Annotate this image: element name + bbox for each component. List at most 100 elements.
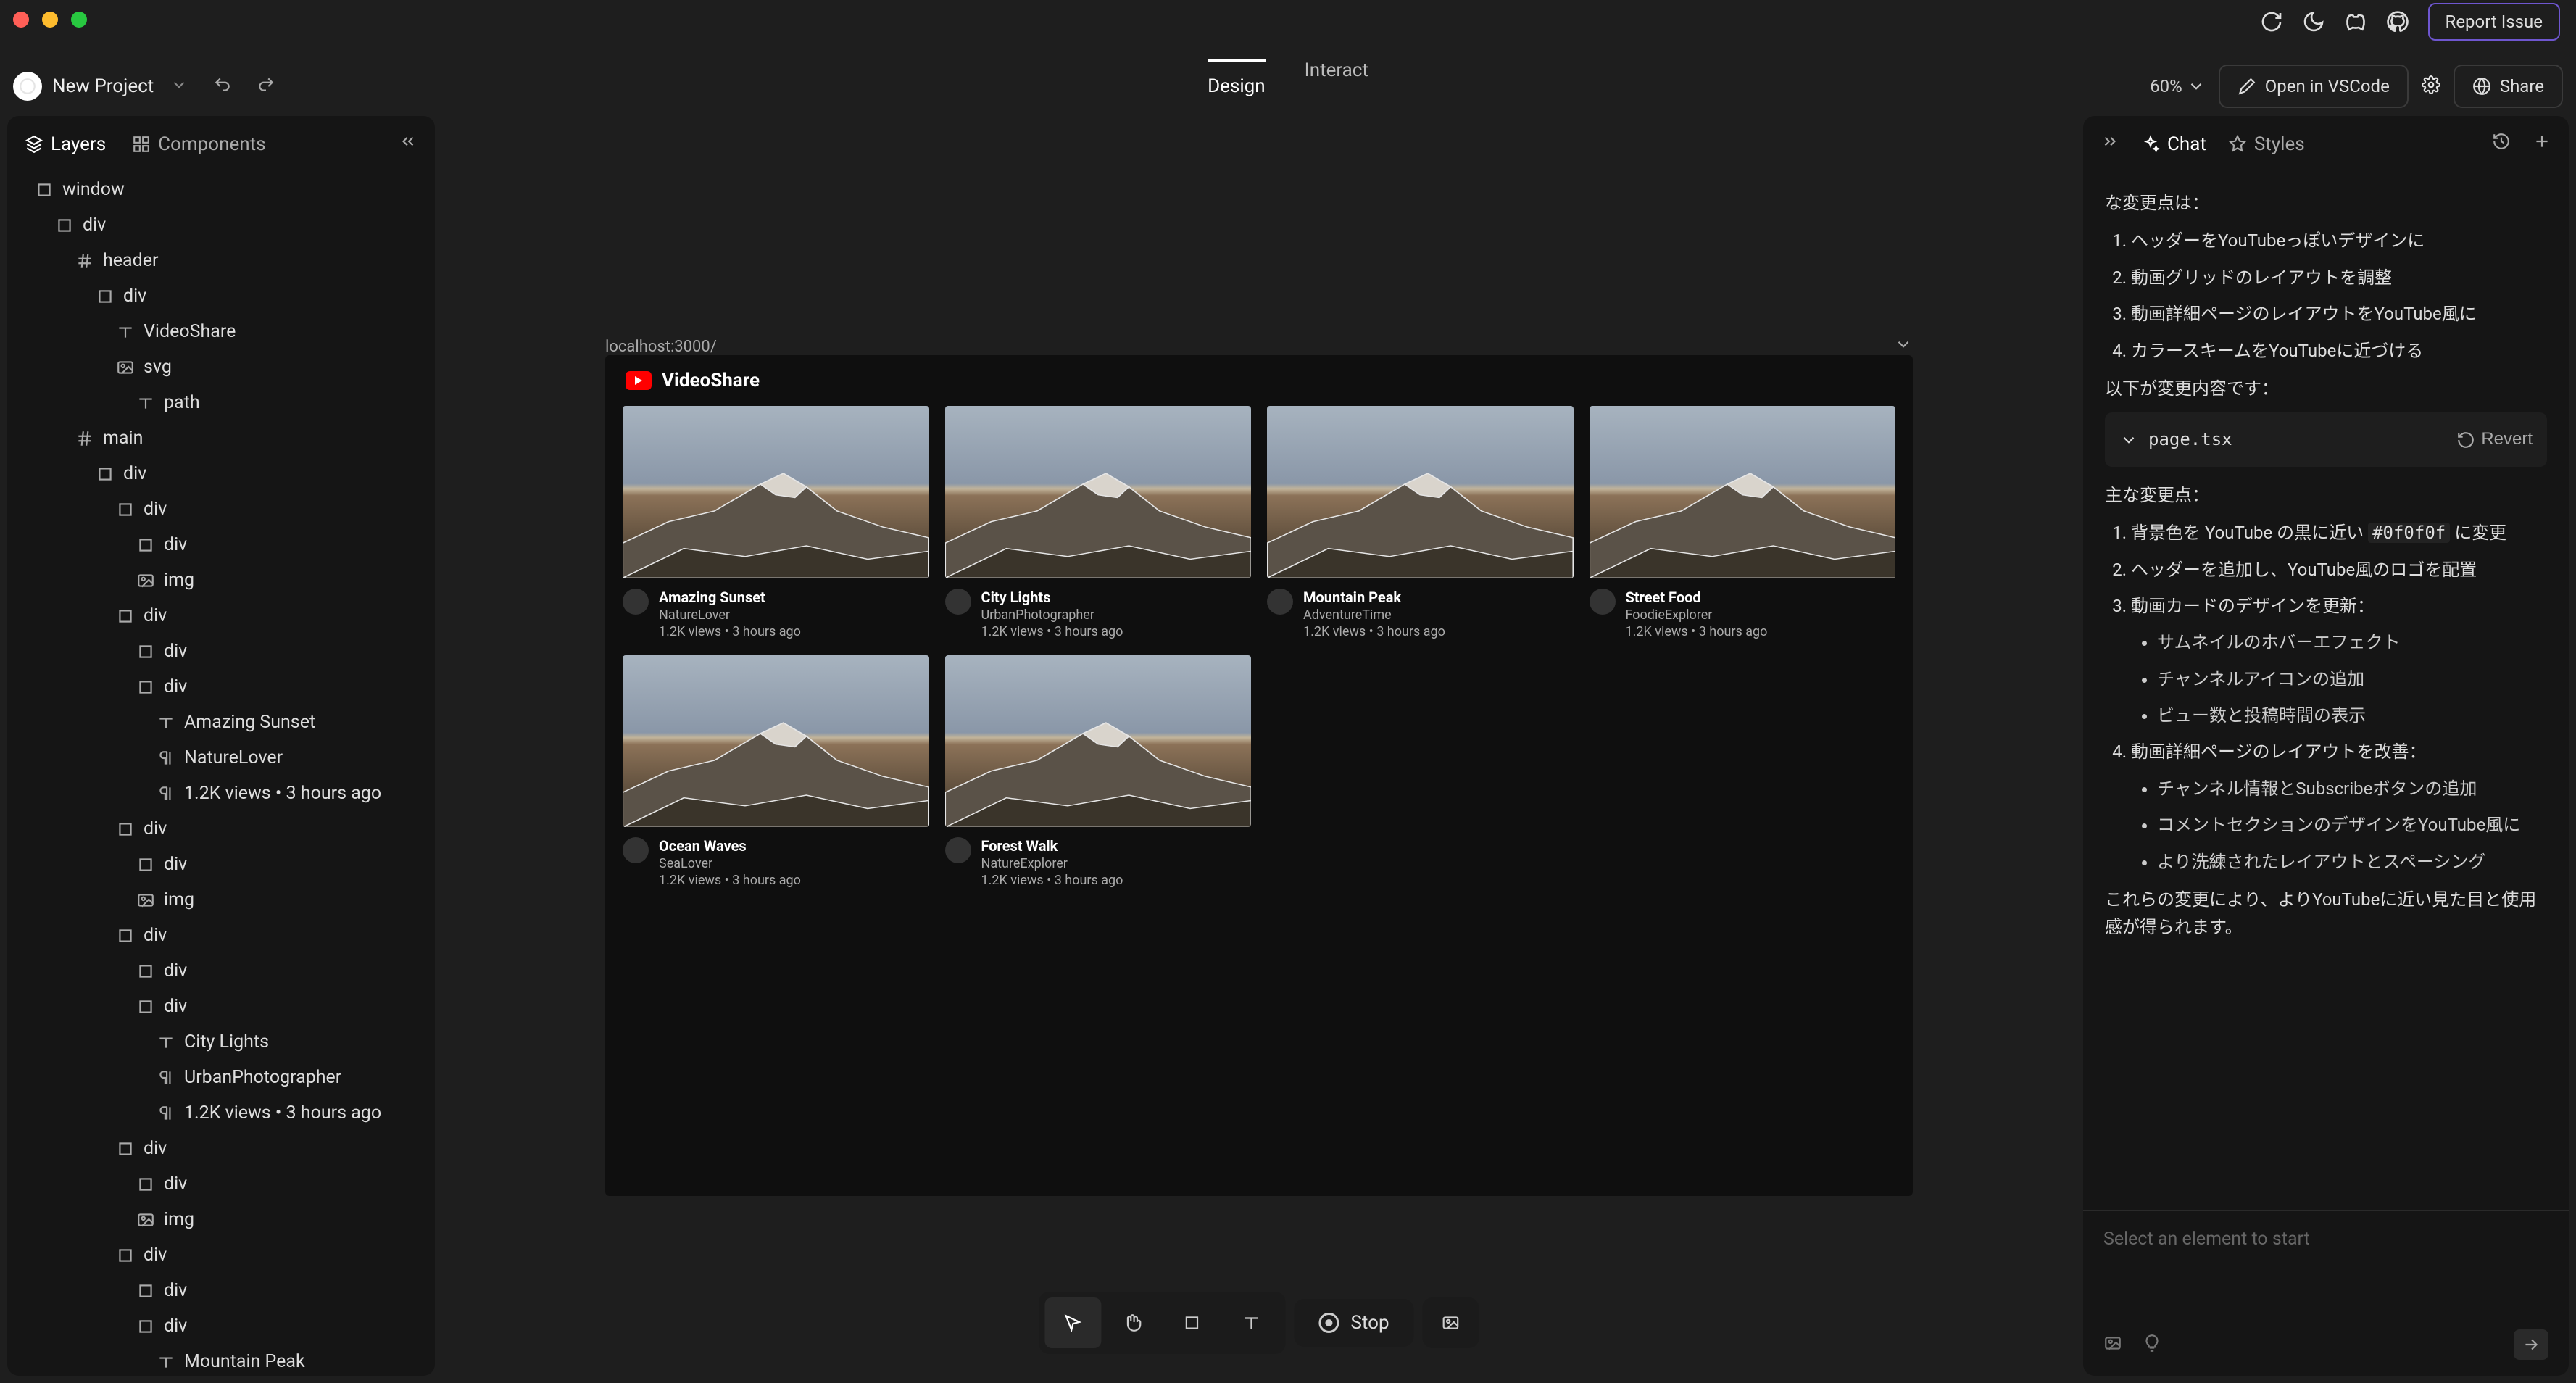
fullscreen-window-button[interactable] bbox=[71, 12, 87, 28]
layer-row[interactable]: div bbox=[14, 1273, 428, 1308]
layer-row[interactable]: div bbox=[14, 456, 428, 491]
layer-row[interactable]: UrbanPhotographer bbox=[14, 1060, 428, 1095]
preview-frame[interactable]: VideoShare Amazing SunsetNatureLover1.2K… bbox=[605, 355, 1913, 1196]
hand-tool[interactable] bbox=[1104, 1297, 1160, 1348]
layer-row[interactable]: img bbox=[14, 1202, 428, 1237]
settings-button[interactable] bbox=[2422, 75, 2440, 97]
layer-row[interactable]: div bbox=[14, 1166, 428, 1202]
tab-components-label: Components bbox=[158, 133, 265, 155]
chat-input-area[interactable]: Select an element to start bbox=[2083, 1210, 2569, 1376]
layer-row[interactable]: div bbox=[14, 847, 428, 882]
layer-row[interactable]: div bbox=[14, 527, 428, 562]
layer-row[interactable]: div bbox=[14, 918, 428, 953]
layer-row[interactable]: VideoShare bbox=[14, 314, 428, 349]
layer-type-icon bbox=[157, 1068, 175, 1087]
layer-row[interactable]: div bbox=[14, 989, 428, 1024]
chat-input-placeholder: Select an element to start bbox=[2103, 1229, 2548, 1250]
tab-interact[interactable]: Interact bbox=[1305, 59, 1368, 113]
layer-row[interactable]: div bbox=[14, 491, 428, 527]
layer-row[interactable]: Amazing Sunset bbox=[14, 705, 428, 740]
tab-design[interactable]: Design bbox=[1208, 59, 1266, 113]
layer-row[interactable]: main bbox=[14, 420, 428, 456]
tab-components[interactable]: Components bbox=[132, 133, 265, 155]
layer-label: 1.2K views • 3 hours ago bbox=[184, 1102, 381, 1124]
video-title: Street Food bbox=[1626, 589, 1768, 606]
select-tool[interactable] bbox=[1044, 1297, 1101, 1348]
canvas-area[interactable]: localhost:3000/ VideoShare Amazing Sunse… bbox=[442, 116, 2076, 1376]
close-window-button[interactable] bbox=[13, 12, 29, 28]
chat-messages: な変更点は： ヘッダーをYouTubeっぽいデザインに動画グリッドのレイアウトを… bbox=[2083, 172, 2569, 1210]
header-bar: New Project Design Interact 60% Open in … bbox=[0, 57, 2576, 116]
layer-row[interactable]: div bbox=[14, 811, 428, 847]
theme-toggle-icon[interactable] bbox=[2302, 10, 2325, 33]
file-change-pill[interactable]: page.tsx Revert bbox=[2105, 412, 2547, 466]
video-card[interactable]: Street FoodFoodieExplorer1.2K views • 3 … bbox=[1590, 406, 1896, 639]
video-card[interactable]: Forest WalkNatureExplorer1.2K views • 3 … bbox=[945, 655, 1252, 889]
channel-avatar bbox=[945, 837, 971, 863]
expand-panel-button[interactable] bbox=[2101, 132, 2119, 156]
tab-chat[interactable]: Chat bbox=[2141, 133, 2206, 155]
layer-row[interactable]: NatureLover bbox=[14, 740, 428, 776]
layer-row[interactable]: City Lights bbox=[14, 1024, 428, 1060]
layer-row[interactable]: div bbox=[14, 669, 428, 705]
layer-row[interactable]: 1.2K views • 3 hours ago bbox=[14, 1095, 428, 1131]
layer-row[interactable]: header bbox=[14, 243, 428, 278]
discord-icon[interactable] bbox=[2344, 10, 2367, 33]
layer-label: div bbox=[144, 818, 167, 839]
revert-button[interactable]: Revert bbox=[2456, 425, 2533, 453]
layer-row[interactable]: path bbox=[14, 385, 428, 420]
text-tool[interactable] bbox=[1223, 1297, 1279, 1348]
zoom-control[interactable]: 60% bbox=[2150, 76, 2206, 96]
layer-row[interactable]: 1.2K views • 3 hours ago bbox=[14, 776, 428, 811]
video-stats: 1.2K views • 3 hours ago bbox=[659, 873, 801, 888]
collapse-panel-button[interactable] bbox=[399, 132, 417, 156]
layer-row[interactable]: div bbox=[14, 278, 428, 314]
layer-label: div bbox=[123, 286, 146, 307]
tab-layers[interactable]: Layers bbox=[25, 133, 106, 155]
history-button[interactable] bbox=[2492, 132, 2511, 156]
youtube-logo-icon bbox=[626, 371, 652, 390]
attach-image-icon[interactable] bbox=[2103, 1334, 2122, 1355]
open-in-vscode-button[interactable]: Open in VSCode bbox=[2219, 65, 2409, 108]
layer-row[interactable]: div bbox=[14, 1308, 428, 1344]
preview-header: VideoShare bbox=[605, 355, 1913, 406]
layer-row[interactable]: div bbox=[14, 207, 428, 243]
video-card[interactable]: Mountain PeakAdventureTime1.2K views • 3… bbox=[1267, 406, 1574, 639]
video-card[interactable]: Amazing SunsetNatureLover1.2K views • 3 … bbox=[623, 406, 929, 639]
image-tool[interactable] bbox=[1423, 1297, 1479, 1348]
video-channel: AdventureTime bbox=[1303, 607, 1445, 623]
layer-row[interactable]: div bbox=[14, 953, 428, 989]
undo-button[interactable] bbox=[213, 75, 232, 97]
layer-row[interactable]: Mountain Peak bbox=[14, 1344, 428, 1376]
tab-styles[interactable]: Styles bbox=[2228, 133, 2305, 155]
layer-row[interactable]: div bbox=[14, 1131, 428, 1166]
layer-row[interactable]: div bbox=[14, 634, 428, 669]
report-issue-button[interactable]: Report Issue bbox=[2428, 3, 2560, 41]
layer-type-icon bbox=[136, 1282, 155, 1300]
lightbulb-icon[interactable] bbox=[2143, 1334, 2161, 1355]
video-card[interactable]: Ocean WavesSeaLover1.2K views • 3 hours … bbox=[623, 655, 929, 889]
chat-sub-item: ビュー数と投稿時間の表示 bbox=[2157, 702, 2547, 729]
layer-row[interactable]: img bbox=[14, 562, 428, 598]
new-chat-button[interactable] bbox=[2533, 132, 2551, 156]
frame-tool[interactable] bbox=[1163, 1297, 1220, 1348]
tab-chat-label: Chat bbox=[2167, 133, 2206, 155]
minimize-window-button[interactable] bbox=[42, 12, 58, 28]
redo-button[interactable] bbox=[257, 75, 275, 97]
video-title: Amazing Sunset bbox=[659, 589, 801, 606]
video-grid: Amazing SunsetNatureLover1.2K views • 3 … bbox=[605, 406, 1913, 905]
stop-button[interactable]: Stop bbox=[1294, 1299, 1413, 1347]
send-button[interactable] bbox=[2514, 1329, 2548, 1360]
layer-row[interactable]: div bbox=[14, 598, 428, 634]
share-button[interactable]: Share bbox=[2454, 65, 2563, 108]
layer-row[interactable]: div bbox=[14, 1237, 428, 1273]
project-selector[interactable]: New Project bbox=[13, 72, 188, 101]
layer-type-icon bbox=[157, 1353, 175, 1371]
layer-row[interactable]: img bbox=[14, 882, 428, 918]
github-icon[interactable] bbox=[2386, 10, 2409, 33]
layer-row[interactable]: svg bbox=[14, 349, 428, 385]
video-card[interactable]: City LightsUrbanPhotographer1.2K views •… bbox=[945, 406, 1252, 639]
layer-row[interactable]: window bbox=[14, 172, 428, 207]
reload-icon[interactable] bbox=[2260, 10, 2283, 33]
layer-type-icon bbox=[116, 607, 135, 626]
